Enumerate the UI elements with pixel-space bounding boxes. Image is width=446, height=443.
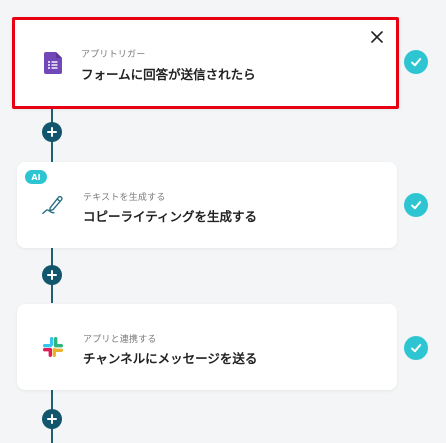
step-category: アプリと連携する	[83, 335, 157, 345]
google-forms-icon	[41, 51, 65, 75]
add-step-button[interactable]	[42, 265, 62, 285]
slack-icon	[41, 335, 65, 359]
ai-badge: AI	[25, 170, 47, 184]
check-icon	[404, 193, 428, 217]
step-category: テキストを生成する	[83, 193, 166, 203]
plus-icon	[47, 270, 57, 280]
plus-icon	[47, 414, 57, 424]
pen-icon	[41, 193, 65, 217]
check-icon	[404, 336, 428, 360]
add-step-button[interactable]	[42, 409, 62, 429]
step-title: フォームに回答が送信されたら	[81, 67, 256, 82]
check-icon	[404, 50, 428, 74]
step-card-trigger[interactable]: アプリトリガー フォームに回答が送信されたら	[12, 17, 399, 109]
step-card-slack[interactable]: アプリと連携する チャンネルにメッセージを送る	[17, 304, 397, 390]
step-title: コピーライティングを生成する	[83, 209, 258, 224]
step-category: アプリトリガー	[81, 50, 146, 60]
step-card-ai[interactable]: テキストを生成する コピーライティングを生成する	[17, 162, 397, 248]
plus-icon	[47, 127, 57, 137]
step-title: チャンネルにメッセージを送る	[83, 351, 258, 366]
flow-canvas: アプリトリガー フォームに回答が送信されたら テキストを生成する コピーライティ…	[0, 0, 446, 443]
close-icon[interactable]	[370, 30, 384, 44]
add-step-button[interactable]	[42, 122, 62, 142]
